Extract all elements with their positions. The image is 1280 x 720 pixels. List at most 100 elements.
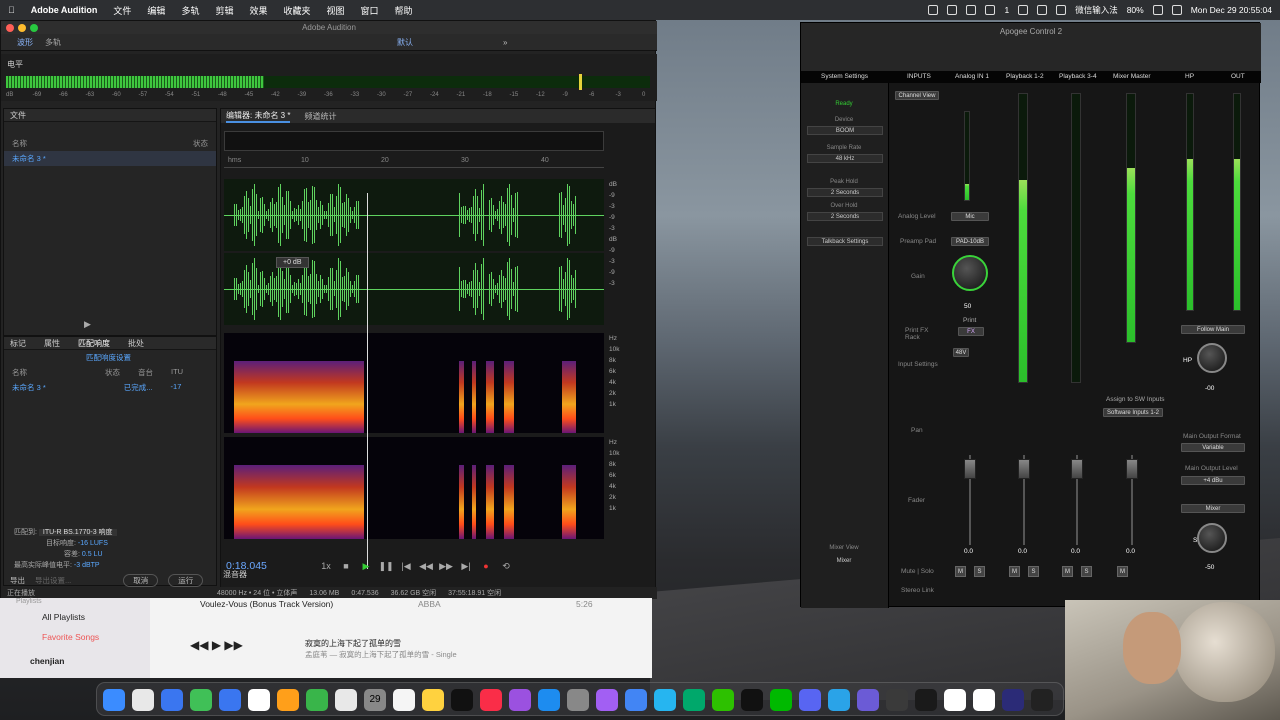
dock-app-icon[interactable] [422, 689, 444, 711]
to-end-icon[interactable]: ▶| [456, 561, 476, 572]
menu-view[interactable]: 视图 [319, 4, 353, 17]
clock[interactable]: Mon Dec 29 20:55:04 [1191, 5, 1272, 15]
spectral-right[interactable] [224, 437, 604, 539]
48v-button[interactable]: 48V [953, 348, 969, 357]
play-icon[interactable]: ▶ [356, 561, 376, 572]
all-playlists[interactable]: All Playlists [42, 612, 85, 622]
dock-app-icon[interactable] [509, 689, 531, 711]
dock-app-icon[interactable] [596, 689, 618, 711]
workspace-selector[interactable]: 默认 [397, 37, 413, 48]
dock-app-icon[interactable] [1031, 689, 1053, 711]
apple-icon[interactable]:  [0, 5, 23, 15]
display-icon[interactable] [1056, 5, 1067, 15]
menu-effects[interactable]: 效果 [241, 4, 275, 17]
dock-app-icon[interactable] [335, 689, 357, 711]
favorite-songs[interactable]: Favorite Songs [42, 632, 99, 642]
dock-app-icon[interactable] [306, 689, 328, 711]
dock-app-icon[interactable] [538, 689, 560, 711]
tolerance-value[interactable]: 0.5 LU [82, 551, 103, 558]
dock-app-icon[interactable] [161, 689, 183, 711]
status-icon[interactable] [928, 5, 939, 15]
dock-app-icon[interactable] [973, 689, 995, 711]
dock-app-icon[interactable] [857, 689, 879, 711]
menu-edit[interactable]: 编辑 [139, 4, 173, 17]
export-settings-button[interactable]: 导出设置... [35, 575, 71, 586]
fader-mixer-master[interactable] [1126, 459, 1138, 479]
file-item[interactable]: 未命名 3 * [4, 151, 216, 166]
fader-playback-12[interactable] [1018, 459, 1030, 479]
play-icon[interactable]: ▶ [212, 638, 221, 652]
record-icon[interactable]: ● [476, 561, 496, 571]
playhead[interactable] [367, 193, 368, 569]
dock-app-icon[interactable] [1002, 689, 1024, 711]
menu-help[interactable]: 帮助 [387, 4, 421, 17]
dock-app-icon[interactable] [480, 689, 502, 711]
mute-button[interactable]: M [1117, 566, 1128, 577]
dock-app-icon[interactable] [915, 689, 937, 711]
speed-label[interactable]: 1x [316, 561, 336, 571]
menu-window[interactable]: 窗口 [353, 4, 387, 17]
wifi-icon[interactable] [1152, 5, 1163, 15]
play-icon[interactable]: ▶ [84, 319, 91, 330]
waveform-left-channel[interactable] [224, 179, 604, 251]
battery-percent[interactable]: 80% [1127, 5, 1144, 15]
fader-playback-34[interactable] [1071, 459, 1083, 479]
time-ruler[interactable]: hms 10 20 30 40 [224, 156, 604, 168]
dock-app-icon[interactable] [393, 689, 415, 711]
volume-icon[interactable] [1037, 5, 1048, 15]
talkback-settings-button[interactable]: Talkback Settings [807, 237, 883, 246]
dock-app-icon[interactable] [828, 689, 850, 711]
over-hold-select[interactable]: 2 Seconds [807, 212, 883, 221]
main-output-format-select[interactable]: Variable [1181, 443, 1245, 452]
hp-knob[interactable] [1197, 343, 1227, 373]
mixer-button[interactable]: Mixer [1181, 504, 1245, 513]
zoom-button[interactable] [30, 24, 38, 32]
song-artist[interactable]: ABBA [418, 599, 441, 609]
tab-stats[interactable]: 频道统计 [304, 111, 336, 122]
export-checkbox[interactable]: 导出 [10, 575, 25, 586]
peak-value[interactable]: -3 dBTP [74, 562, 100, 569]
minimize-button[interactable] [18, 24, 26, 32]
hud-gain[interactable]: +0 dB [276, 257, 309, 268]
peak-hold-select[interactable]: 2 Seconds [807, 188, 883, 197]
dock-app-icon[interactable] [103, 689, 125, 711]
dock-app-icon[interactable] [277, 689, 299, 711]
gain-knob[interactable] [952, 255, 988, 291]
mute-button[interactable]: M [1062, 566, 1073, 577]
input-method[interactable]: 微信输入法 [1075, 4, 1118, 16]
expand-icon[interactable]: » [503, 38, 507, 47]
dock-app-icon[interactable] [654, 689, 676, 711]
run-button[interactable]: 运行 [168, 574, 204, 587]
dock-app-icon[interactable] [625, 689, 647, 711]
sample-rate-select[interactable]: 48 kHz [807, 154, 883, 163]
wechat-icon[interactable] [985, 5, 996, 15]
dock-app-icon[interactable] [944, 689, 966, 711]
loop-icon[interactable]: ⟲ [496, 561, 516, 572]
song-title[interactable]: Voulez-Vous (Bonus Track Version) [200, 599, 333, 609]
tab-batch[interactable]: 批处 [128, 337, 144, 349]
sw-inputs-select[interactable]: Software Inputs 1-2 [1103, 408, 1163, 417]
sp-knob[interactable] [1197, 523, 1227, 553]
menu-favorites[interactable]: 收藏夹 [275, 4, 318, 17]
close-button[interactable] [6, 24, 14, 32]
match-settings-button[interactable]: 匹配响度设置 [4, 350, 216, 365]
cancel-button[interactable]: 取消 [123, 574, 159, 587]
mixer-view-option[interactable]: Mixer [805, 558, 883, 564]
rewind-icon[interactable]: ◀◀ [416, 561, 436, 572]
main-output-level-select[interactable]: +4 dBu [1181, 476, 1245, 485]
dock-app-icon[interactable] [770, 689, 792, 711]
spectral-left[interactable] [224, 333, 604, 433]
dock-app-icon[interactable] [248, 689, 270, 711]
target-value[interactable]: -16 LUFS [78, 540, 108, 547]
dock-app-icon[interactable] [451, 689, 473, 711]
dock-app-icon[interactable] [567, 689, 589, 711]
app-menu[interactable]: Adobe Audition [23, 5, 106, 15]
mute-button[interactable]: M [1009, 566, 1020, 577]
tab-editor[interactable]: 编辑器: 未命名 3 * [226, 110, 291, 123]
user-name[interactable]: chenjian [30, 656, 64, 666]
dock-app-icon[interactable] [132, 689, 154, 711]
dock-app-icon[interactable] [683, 689, 705, 711]
tab-markers[interactable]: 标记 [10, 337, 26, 349]
spotlight-icon[interactable] [1171, 5, 1182, 15]
solo-button[interactable]: S [1081, 566, 1092, 577]
